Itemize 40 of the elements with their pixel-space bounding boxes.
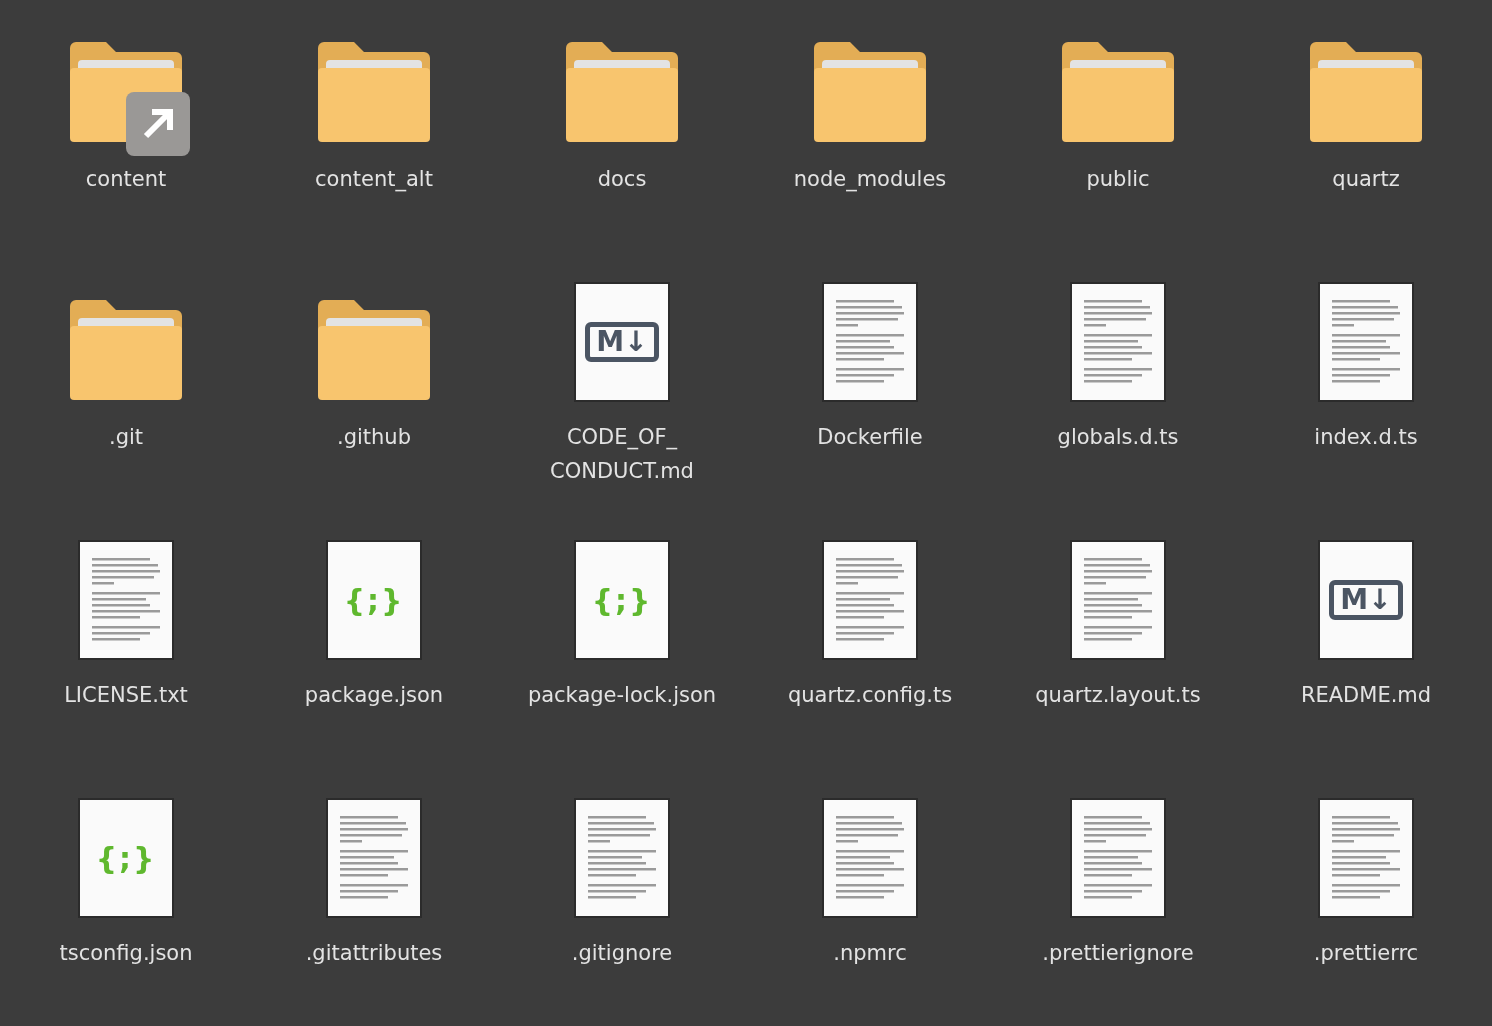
file-name[interactable]: package-lock.json <box>527 678 717 712</box>
braces-glyph: {;} <box>591 581 653 620</box>
file-name[interactable]: node_modules <box>793 162 947 196</box>
braces-glyph: {;} <box>343 581 405 620</box>
text-lines-icon <box>1332 300 1400 384</box>
text-lines-icon <box>1332 816 1400 900</box>
file-name[interactable]: quartz <box>1332 162 1400 196</box>
file-name[interactable]: index.d.ts <box>1314 420 1418 454</box>
file-name[interactable]: quartz.config.ts <box>787 678 953 712</box>
file-name[interactable]: README.md <box>1300 678 1432 712</box>
text-lines-icon <box>1084 300 1152 384</box>
file-name[interactable]: .github <box>337 420 411 454</box>
file-name[interactable]: tsconfig.json <box>59 936 193 970</box>
file-name[interactable]: Dockerfile <box>817 420 923 454</box>
text-lines-icon <box>92 558 160 642</box>
text-lines-icon <box>588 816 656 900</box>
file-name[interactable]: .prettierignore <box>1042 936 1194 970</box>
text-lines-icon <box>1084 816 1152 900</box>
text-lines-icon <box>1084 558 1152 642</box>
file-name[interactable]: .prettierrc <box>1313 936 1419 970</box>
file-name[interactable]: .git <box>108 420 144 454</box>
text-lines-icon <box>340 816 408 900</box>
text-lines-icon <box>836 300 904 384</box>
file-name[interactable]: CODE_OF_ CONDUCT.md <box>550 420 694 488</box>
markdown-glyph: M↓ <box>585 322 659 362</box>
file-name[interactable]: public <box>1086 162 1150 196</box>
file-name[interactable]: docs <box>597 162 647 196</box>
text-lines-icon <box>836 558 904 642</box>
file-name[interactable]: package.json <box>304 678 444 712</box>
file-name[interactable]: content_alt <box>315 162 433 196</box>
text-lines-icon <box>836 816 904 900</box>
file-name[interactable]: .gitattributes <box>305 936 443 970</box>
file-name[interactable]: quartz.layout.ts <box>1035 678 1201 712</box>
markdown-glyph: M↓ <box>1329 580 1403 620</box>
file-name[interactable]: globals.d.ts <box>1057 420 1179 454</box>
braces-glyph: {;} <box>95 839 157 878</box>
file-name[interactable]: LICENSE.txt <box>64 678 188 712</box>
file-name[interactable]: .npmrc <box>833 936 907 970</box>
file-name[interactable]: .gitignore <box>571 936 673 970</box>
file-name[interactable]: content <box>85 162 167 196</box>
